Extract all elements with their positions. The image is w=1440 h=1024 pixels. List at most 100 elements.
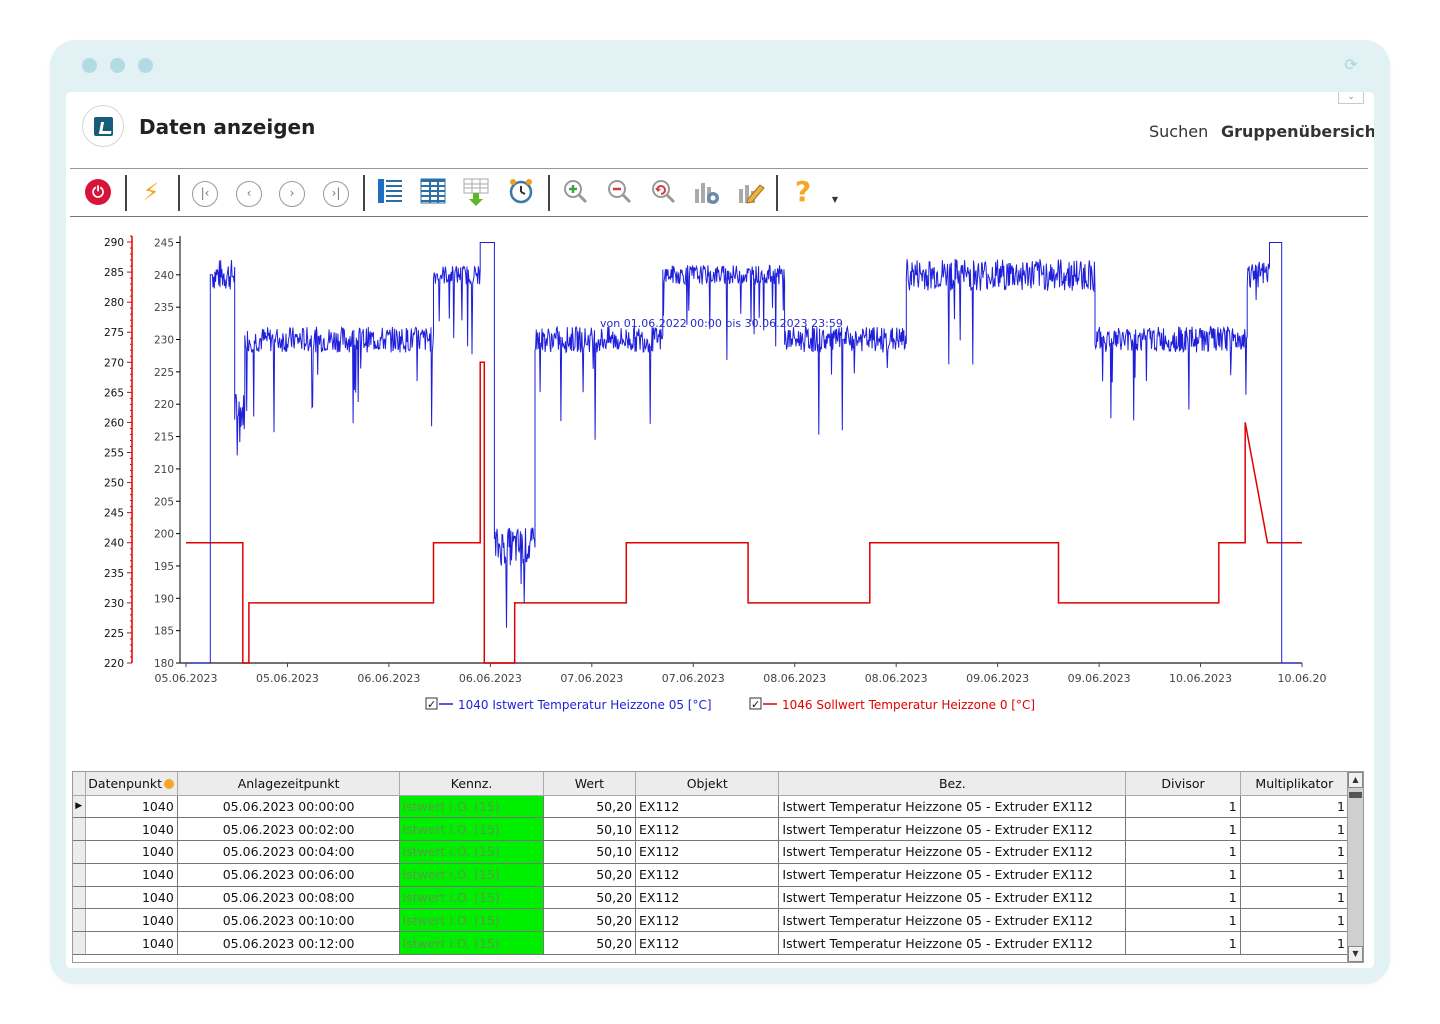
dropdown-arrow-icon[interactable]: ▼ (820, 185, 850, 215)
right-axis-tick-label: 190 (154, 593, 174, 605)
cell-objekt: EX112 (635, 908, 780, 933)
right-axis-tick-label: 215 (154, 432, 174, 444)
right-axis-tick-label: 185 (154, 626, 174, 638)
table-row[interactable]: 1040 05.06.2023 00:12:00 Istwert i.O. (15)… (73, 931, 1350, 956)
cell-kennz: Istwert i.O. (15) (399, 863, 544, 887)
zoom-reset-icon[interactable] (648, 177, 678, 207)
table-row[interactable]: 1040 05.06.2023 00:10:00 Istwert i.O. (15)… (73, 908, 1350, 933)
x-axis-tick-label: 07.06.2023 (662, 672, 725, 685)
scrollbar-thumb[interactable] (1349, 792, 1362, 798)
row-selector[interactable] (73, 886, 86, 910)
main-window: ⌄ Daten anzeigen Suchen Gruppenübersicht… (66, 92, 1374, 968)
row-selector[interactable] (73, 931, 86, 956)
window-dot-icon (110, 58, 125, 73)
left-axis-tick-label: 230 (104, 598, 124, 610)
refresh-icon[interactable]: ⟳ (1342, 56, 1360, 74)
table-row[interactable]: 1040 05.06.2023 00:02:00 Istwert i.O. (15)… (73, 817, 1350, 842)
header-anlagezeitpunkt[interactable]: Anlagezeitpunkt (177, 772, 401, 796)
header-bez[interactable]: Bez. (778, 772, 1127, 796)
cell-datenpunkt: 1040 (85, 863, 178, 887)
row-selector[interactable] (73, 863, 86, 887)
cell-wert: 50,10 (543, 817, 637, 842)
scroll-down-icon[interactable]: ▼ (1348, 946, 1363, 962)
cell-objekt: EX112 (635, 817, 780, 842)
last-page-icon[interactable]: ›| (321, 177, 351, 207)
right-axis-tick-label: 210 (154, 464, 174, 476)
chart-settings-icon[interactable] (692, 177, 722, 207)
zoom-out-icon[interactable] (604, 177, 634, 207)
nav-gruppenuebersicht[interactable]: Gruppenübersicht (1221, 122, 1374, 141)
cell-bez: Istwert Temperatur Heizzone 05 - Extrude… (778, 795, 1127, 819)
x-axis-tick-label: 07.06.2023 (560, 672, 623, 685)
prev-page-icon[interactable]: ‹ (234, 177, 264, 207)
row-selector[interactable] (73, 908, 86, 933)
help-icon[interactable]: ? (788, 177, 818, 207)
app-logo-icon (82, 105, 124, 147)
cell-bez: Istwert Temperatur Heizzone 05 - Extrude… (778, 886, 1127, 910)
cell-wert: 50,20 (543, 795, 637, 819)
export-table-icon[interactable] (461, 177, 491, 207)
left-axis-tick-label: 225 (104, 628, 124, 640)
cell-divisor: 1 (1125, 795, 1241, 819)
cell-multiplikator: 1 (1240, 840, 1350, 864)
header-objekt[interactable]: Objekt (635, 772, 780, 796)
x-axis-tick-label: 09.06.2023 (1068, 672, 1131, 685)
table-row[interactable]: ▶ 1040 05.06.2023 00:00:00 Istwert i.O. (15… (73, 795, 1350, 819)
cell-datenpunkt: 1040 (85, 817, 178, 842)
table-row[interactable]: 1040 05.06.2023 00:04:00 Istwert i.O. (15)… (73, 840, 1350, 864)
cell-divisor: 1 (1125, 908, 1241, 933)
cell-anlagezeitpunkt: 05.06.2023 00:12:00 (177, 931, 401, 956)
x-axis-tick-label: 05.06.2023 (155, 672, 218, 685)
x-axis-tick-label: 05.06.2023 (256, 672, 319, 685)
edit-chart-icon[interactable] (736, 177, 766, 207)
power-icon[interactable]: ⏻ (83, 177, 113, 207)
table-row[interactable]: 1040 05.06.2023 00:06:00 Istwert i.O. (15)… (73, 863, 1350, 887)
toolbar-separator (178, 175, 180, 211)
cell-objekt: EX112 (635, 840, 780, 864)
vertical-scrollbar[interactable]: ▲ ▼ (1347, 772, 1363, 962)
nav-suchen[interactable]: Suchen (1149, 122, 1208, 141)
first-page-icon[interactable]: |‹ (190, 177, 220, 207)
left-axis-tick-label: 260 (104, 417, 124, 429)
window-dot-icon (82, 58, 97, 73)
cell-objekt: EX112 (635, 931, 780, 956)
left-axis-tick-label: 235 (104, 568, 124, 580)
cell-kennz: Istwert i.O. (15) (399, 817, 544, 842)
scroll-up-icon[interactable]: ▲ (1348, 772, 1363, 788)
cell-kennz: Istwert i.O. (15) (399, 931, 544, 956)
toolbar-separator (548, 175, 550, 211)
legend-check-icon: ✓ (427, 698, 436, 711)
row-pointer-icon[interactable]: ▶ (73, 795, 86, 819)
header-wert[interactable]: Wert (543, 772, 637, 796)
divider (70, 216, 1368, 217)
header-kennz[interactable]: Kennz. (399, 772, 544, 796)
table-row[interactable]: 1040 05.06.2023 00:08:00 Istwert i.O. (15)… (73, 886, 1350, 910)
cell-divisor: 1 (1125, 886, 1241, 910)
header-multiplikator[interactable]: Multiplikator (1240, 772, 1350, 796)
left-axis-tick-label: 250 (104, 478, 124, 490)
cell-bez: Istwert Temperatur Heizzone 05 - Extrude… (778, 863, 1127, 887)
row-selector[interactable] (73, 840, 86, 864)
right-axis-tick-label: 180 (154, 658, 174, 670)
cell-divisor: 1 (1125, 931, 1241, 956)
collapse-chevron-icon[interactable]: ⌄ (1338, 92, 1364, 104)
next-page-icon[interactable]: › (277, 177, 307, 207)
header-divisor[interactable]: Divisor (1125, 772, 1241, 796)
row-selector[interactable] (73, 817, 86, 842)
cell-multiplikator: 1 (1240, 908, 1350, 933)
alarm-clock-icon[interactable] (506, 177, 536, 207)
cell-anlagezeitpunkt: 05.06.2023 00:08:00 (177, 886, 401, 910)
zoom-in-icon[interactable] (560, 177, 590, 207)
table-view-icon[interactable] (418, 177, 448, 207)
toolbar-separator (125, 175, 127, 211)
right-axis-tick-label: 225 (154, 367, 174, 379)
list-view-icon[interactable] (375, 177, 405, 207)
cell-kennz: Istwert i.O. (15) (399, 795, 544, 819)
right-axis-tick-label: 205 (154, 496, 174, 508)
cell-multiplikator: 1 (1240, 886, 1350, 910)
left-axis-tick-label: 265 (104, 387, 124, 399)
cell-multiplikator: 1 (1240, 931, 1350, 956)
lightning-icon[interactable]: ⚡ (136, 177, 166, 207)
table-header-row: Datenpunkt Anlagezeitpunkt Kennz. Wert O… (73, 772, 1350, 796)
header-datenpunkt[interactable]: Datenpunkt (85, 772, 178, 796)
